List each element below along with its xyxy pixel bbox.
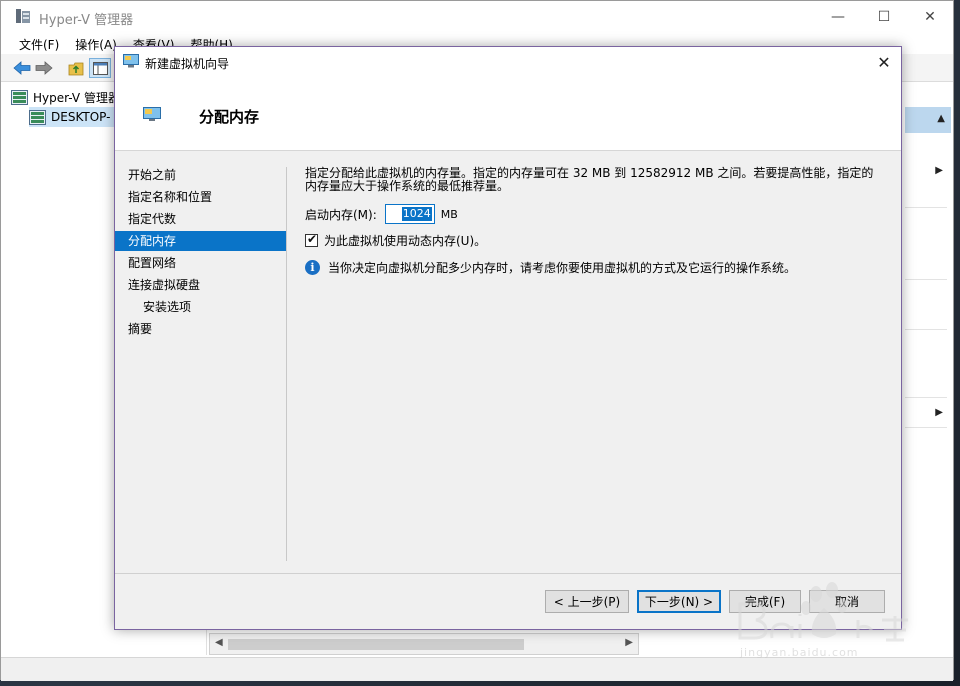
wizard-close-button[interactable]: ✕ bbox=[867, 47, 901, 77]
server-icon bbox=[29, 109, 46, 125]
baidu-logo-icon bbox=[738, 582, 908, 642]
startup-memory-input[interactable]: 1024 bbox=[384, 204, 435, 224]
actions-divider bbox=[905, 329, 947, 330]
startup-memory-value: 1024 bbox=[401, 207, 432, 221]
maximize-button[interactable]: ☐ bbox=[861, 1, 907, 32]
scroll-left-icon[interactable]: ◀ bbox=[215, 637, 223, 648]
memory-page-icon bbox=[143, 107, 161, 121]
main-titlebar: Hyper-V 管理器 — ☐ ✕ bbox=[1, 1, 953, 32]
memory-settings: 指定分配给此虚拟机的内存量。指定的内存量可在 32 MB 到 12582912 … bbox=[305, 167, 885, 567]
step-connect-vhd[interactable]: 连接虚拟硬盘 bbox=[115, 275, 287, 295]
expand-right-icon[interactable]: ▶ bbox=[935, 165, 943, 176]
info-text: 当你决定向虚拟机分配多少内存时，请考虑你要使用虚拟机的方式及它运行的操作系统。 bbox=[328, 260, 797, 275]
next-button[interactable]: 下一步(N) > bbox=[637, 590, 721, 613]
main-window-title: Hyper-V 管理器 bbox=[39, 13, 134, 28]
hyperv-app-icon bbox=[16, 9, 30, 23]
menu-file[interactable]: 文件(F) bbox=[11, 32, 67, 54]
wizard-titlebar: 新建虚拟机向导 ✕ bbox=[115, 47, 901, 77]
step-configure-network[interactable]: 配置网络 bbox=[115, 253, 287, 273]
close-button[interactable]: ✕ bbox=[907, 1, 953, 32]
footer-divider bbox=[115, 573, 901, 574]
expand-right-icon[interactable]: ▶ bbox=[935, 407, 943, 418]
actions-divider bbox=[905, 427, 947, 428]
back-arrow-icon[interactable] bbox=[11, 58, 33, 78]
memory-description: 指定分配给此虚拟机的内存量。指定的内存量可在 32 MB 到 12582912 … bbox=[305, 166, 874, 193]
page-title: 分配内存 bbox=[199, 108, 260, 126]
tree-item-hyperv-manager[interactable]: Hyper-V 管理器 bbox=[11, 87, 120, 107]
new-vm-wizard-dialog: 新建虚拟机向导 ✕ 分配内存 开始之前 指定名称和位置 指定代数 分配内存 配置… bbox=[114, 46, 902, 630]
baidu-jingyan-watermark: jingyan.baidu.com bbox=[732, 580, 922, 664]
step-generation[interactable]: 指定代数 bbox=[115, 209, 287, 229]
info-row: i 当你决定向虚拟机分配多少内存时，请考虑你要使用虚拟机的方式及它运行的操作系统… bbox=[305, 258, 796, 276]
wizard-title: 新建虚拟机向导 bbox=[145, 57, 230, 71]
up-folder-icon[interactable] bbox=[65, 58, 87, 78]
show-hide-console-tree-icon[interactable] bbox=[89, 58, 111, 78]
hyperv-manager-icon bbox=[11, 89, 28, 105]
dynamic-memory-row[interactable]: ✔ 为此虚拟机使用动态内存(U)。 bbox=[305, 231, 486, 249]
tree-label-root: Hyper-V 管理器 bbox=[33, 90, 120, 105]
forward-arrow-icon[interactable] bbox=[33, 58, 55, 78]
back-button[interactable]: < 上一步(P) bbox=[545, 590, 629, 613]
tree-item-desktop[interactable]: DESKTOP- bbox=[29, 107, 121, 127]
monitor-icon bbox=[123, 54, 139, 68]
step-before-you-begin[interactable]: 开始之前 bbox=[115, 165, 287, 185]
actions-divider bbox=[905, 207, 947, 208]
step-assign-memory[interactable]: 分配内存 bbox=[115, 231, 287, 251]
actions-pane: ▲ ▶ ▶ bbox=[905, 85, 951, 655]
startup-memory-row: 启动内存(M): 1024 MB bbox=[305, 203, 458, 225]
wizard-steps: 开始之前 指定名称和位置 指定代数 分配内存 配置网络 连接虚拟硬盘 安装选项 … bbox=[115, 152, 287, 572]
info-icon: i bbox=[305, 259, 320, 275]
startup-memory-label: 启动内存(M): bbox=[305, 207, 377, 222]
tree-label-desktop: DESKTOP- bbox=[51, 110, 111, 124]
memory-unit: MB bbox=[440, 207, 458, 221]
actions-header[interactable]: ▲ bbox=[905, 107, 951, 133]
dynamic-memory-checkbox[interactable]: ✔ bbox=[305, 231, 318, 247]
scrollbar-thumb[interactable] bbox=[228, 639, 524, 650]
checkmark-icon: ✔ bbox=[307, 231, 318, 246]
step-install-options[interactable]: 安装选项 bbox=[115, 297, 287, 317]
step-name-location[interactable]: 指定名称和位置 bbox=[115, 187, 287, 207]
watermark-url: jingyan.baidu.com bbox=[740, 646, 859, 659]
nav-divider bbox=[286, 167, 287, 561]
actions-divider bbox=[905, 279, 947, 280]
dynamic-memory-label: 为此虚拟机使用动态内存(U)。 bbox=[324, 233, 487, 248]
horizontal-scrollbar[interactable]: ◀ ▶ bbox=[209, 633, 639, 655]
scroll-right-icon[interactable]: ▶ bbox=[625, 637, 633, 648]
collapse-up-icon[interactable]: ▲ bbox=[937, 113, 945, 124]
minimize-button[interactable]: — bbox=[815, 1, 861, 32]
step-summary[interactable]: 摘要 bbox=[115, 319, 287, 339]
actions-divider bbox=[905, 397, 947, 398]
wizard-header: 分配内存 bbox=[115, 77, 901, 151]
